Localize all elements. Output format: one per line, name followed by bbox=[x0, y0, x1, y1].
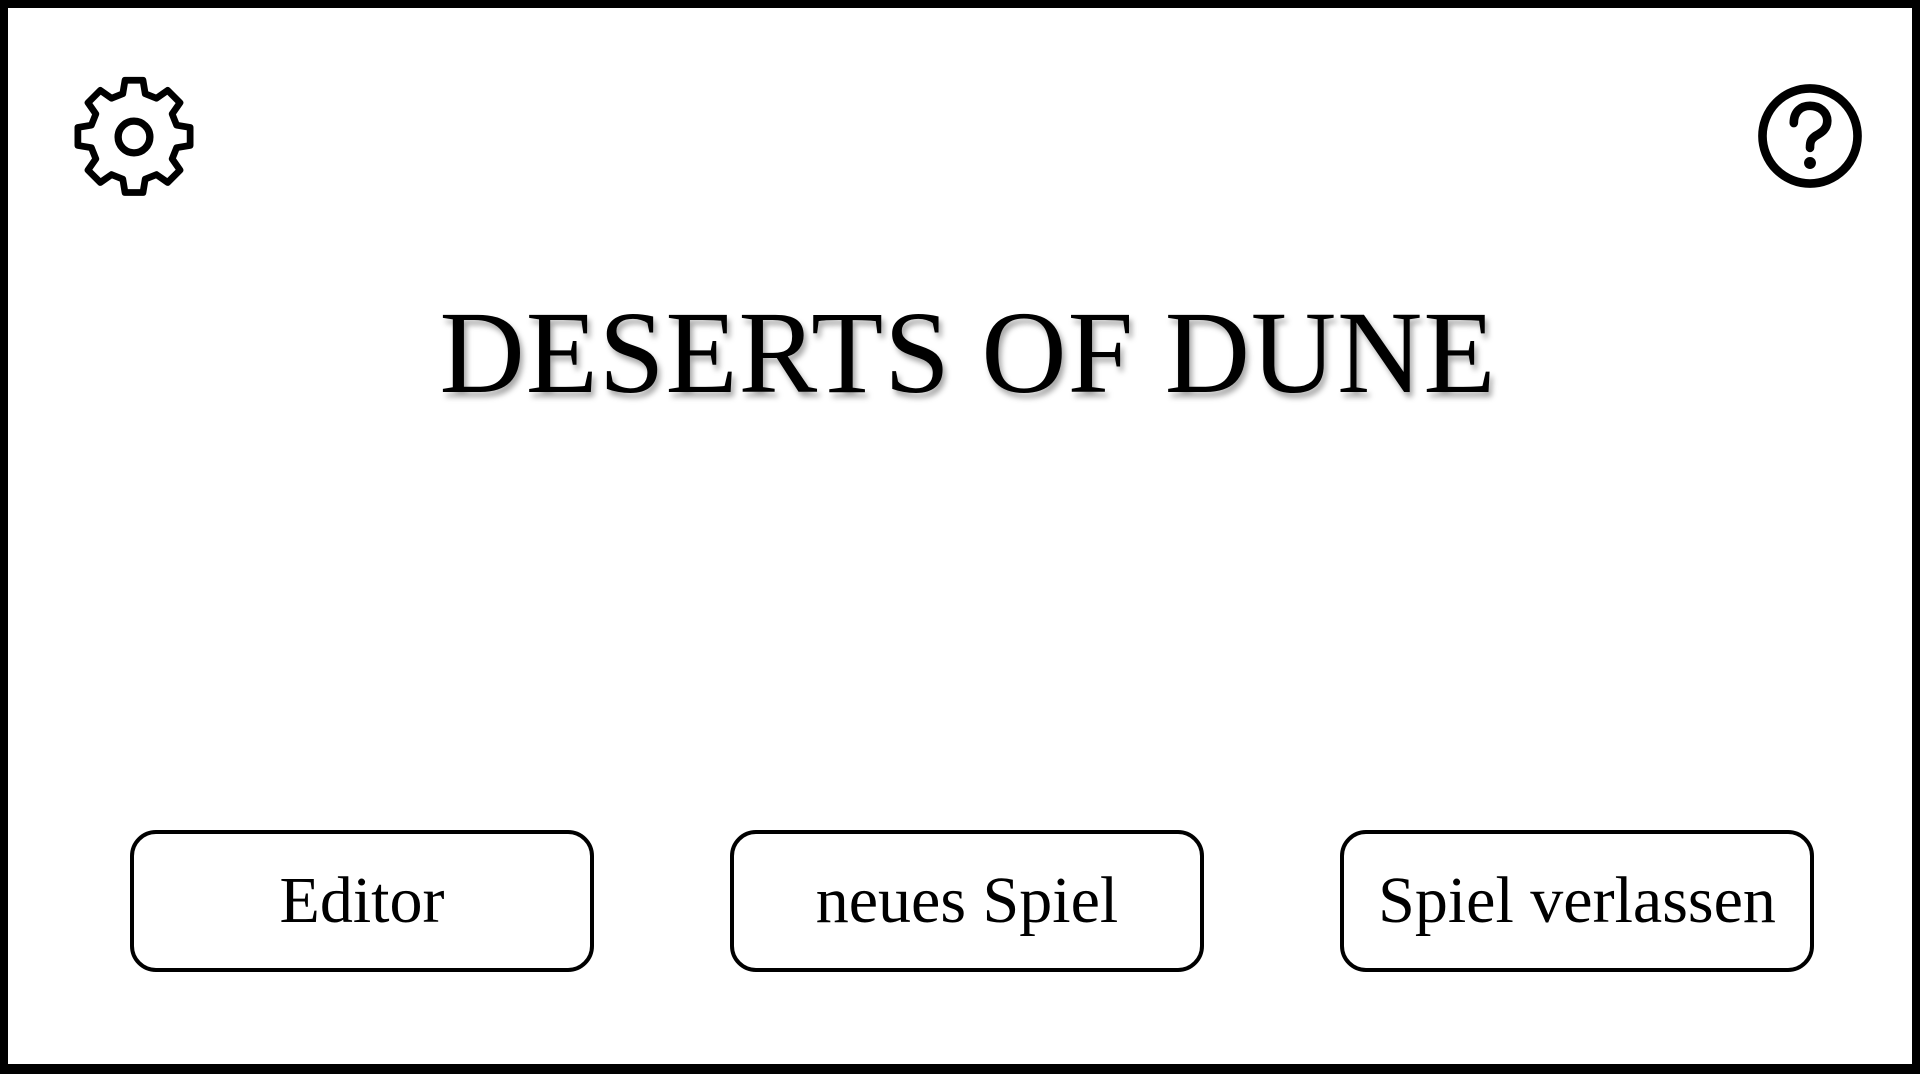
new-game-button[interactable]: neues Spiel bbox=[730, 830, 1204, 972]
editor-button[interactable]: Editor bbox=[130, 830, 594, 972]
quit-game-button[interactable]: Spiel verlassen bbox=[1340, 830, 1814, 972]
question-circle-icon bbox=[1758, 84, 1862, 188]
game-title: DESERTS OF DUNE bbox=[439, 287, 1497, 418]
settings-button[interactable] bbox=[73, 76, 195, 198]
main-menu-window: DESERTS OF DUNE Editor neues Spiel Spiel… bbox=[0, 0, 1920, 1074]
gear-icon bbox=[74, 76, 194, 196]
help-button[interactable] bbox=[1756, 82, 1864, 190]
